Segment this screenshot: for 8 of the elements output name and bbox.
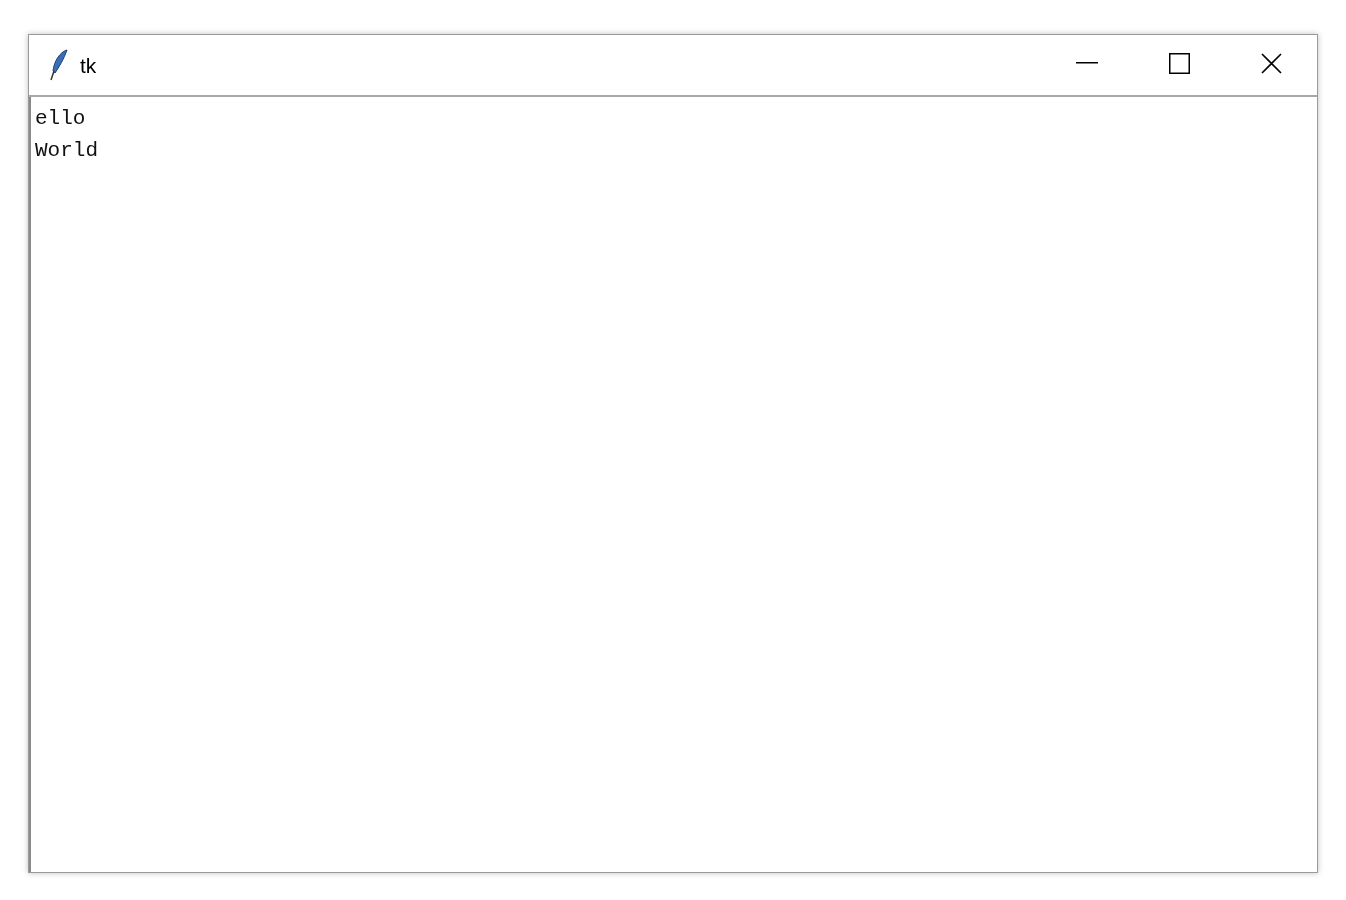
maximize-icon xyxy=(1168,52,1190,74)
feather-icon xyxy=(50,49,70,81)
text-line: World xyxy=(35,138,98,164)
window-title: tk xyxy=(80,54,97,78)
text-line: ello xyxy=(35,106,86,132)
text-editor[interactable]: ello World xyxy=(29,97,1317,872)
close-icon xyxy=(1260,52,1282,74)
minimize-icon xyxy=(1076,62,1098,64)
